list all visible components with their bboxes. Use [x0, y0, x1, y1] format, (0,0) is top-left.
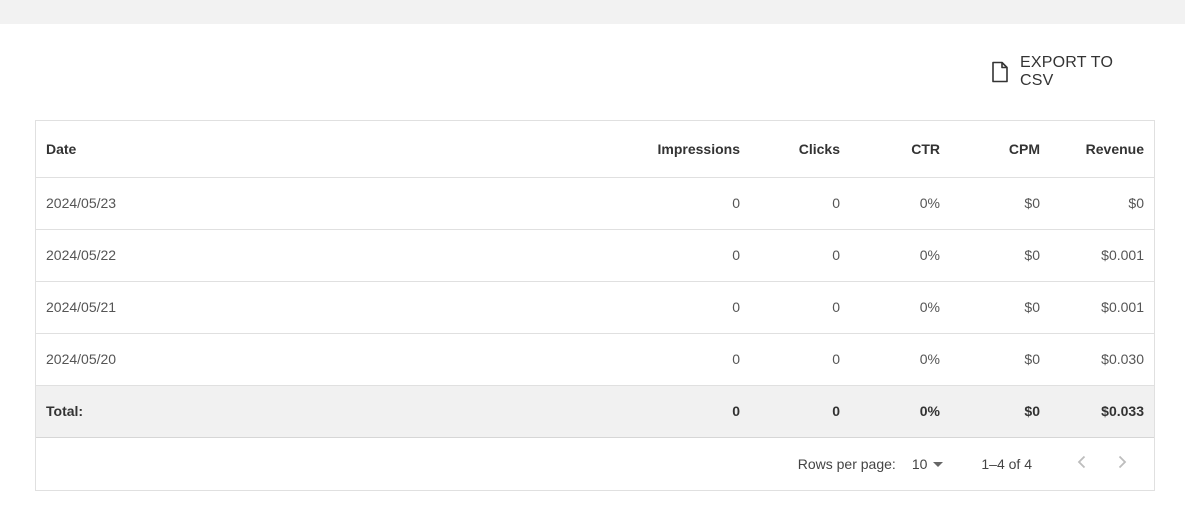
cell-date: 2024/05/21	[36, 281, 638, 334]
total-clicks: 0	[750, 385, 850, 438]
total-ctr: 0%	[850, 385, 950, 438]
cell-clicks: 0	[750, 229, 850, 282]
cell-cpm: $0	[950, 281, 1050, 334]
total-label: Total:	[36, 385, 638, 438]
table-row: 2024/05/23 0 0 0% $0 $0	[36, 177, 1154, 230]
cell-clicks: 0	[750, 177, 850, 230]
table-header-row: Date Impressions Clicks CTR CPM Revenue	[36, 121, 1154, 178]
cell-impressions: 0	[638, 281, 750, 334]
table-row: 2024/05/22 0 0 0% $0 $0.001	[36, 229, 1154, 282]
cell-revenue: $0.030	[1050, 333, 1154, 386]
cell-revenue: $0.001	[1050, 281, 1154, 334]
pagination: Rows per page: 10 1–4 of 4	[36, 437, 1154, 490]
cell-cpm: $0	[950, 177, 1050, 230]
export-csv-button[interactable]: EXPORT TO CSV	[984, 54, 1150, 89]
table-row: 2024/05/20 0 0 0% $0 $0.030	[36, 333, 1154, 386]
cell-ctr: 0%	[850, 281, 950, 334]
cell-impressions: 0	[638, 177, 750, 230]
export-csv-label: EXPORT TO CSV	[1020, 54, 1114, 89]
cell-date: 2024/05/23	[36, 177, 638, 230]
cell-impressions: 0	[638, 333, 750, 386]
cell-cpm: $0	[950, 229, 1050, 282]
total-impressions: 0	[638, 385, 750, 438]
cell-ctr: 0%	[850, 229, 950, 282]
cell-date: 2024/05/20	[36, 333, 638, 386]
cell-clicks: 0	[750, 281, 850, 334]
total-revenue: $0.033	[1050, 385, 1154, 438]
column-header-date[interactable]: Date	[36, 121, 638, 178]
column-header-clicks[interactable]: Clicks	[750, 121, 850, 178]
total-cpm: $0	[950, 385, 1050, 438]
rows-per-page-select[interactable]: 10	[912, 456, 944, 472]
cell-ctr: 0%	[850, 177, 950, 230]
column-header-impressions[interactable]: Impressions	[638, 121, 750, 178]
top-strip	[0, 0, 1185, 24]
column-header-revenue[interactable]: Revenue	[1050, 121, 1154, 178]
file-icon	[990, 61, 1010, 83]
chevron-left-icon	[1076, 455, 1088, 472]
cell-date: 2024/05/22	[36, 229, 638, 282]
report-table: Date Impressions Clicks CTR CPM Revenue …	[35, 120, 1155, 491]
cell-revenue: $0	[1050, 177, 1154, 230]
cell-ctr: 0%	[850, 333, 950, 386]
next-page-button[interactable]	[1102, 444, 1142, 484]
chevron-right-icon	[1116, 455, 1128, 472]
cell-cpm: $0	[950, 333, 1050, 386]
total-row: Total: 0 0 0% $0 $0.033	[36, 385, 1154, 438]
cell-revenue: $0.001	[1050, 229, 1154, 282]
rows-per-page-label: Rows per page:	[797, 455, 896, 472]
table-row: 2024/05/21 0 0 0% $0 $0.001	[36, 281, 1154, 334]
page-range: 1–4 of 4	[981, 455, 1032, 472]
caret-down-icon	[933, 462, 944, 467]
rows-per-page-value: 10	[911, 455, 928, 472]
cell-clicks: 0	[750, 333, 850, 386]
column-header-ctr[interactable]: CTR	[850, 121, 950, 178]
cell-impressions: 0	[638, 229, 750, 282]
column-header-cpm[interactable]: CPM	[950, 121, 1050, 178]
previous-page-button[interactable]	[1062, 444, 1102, 484]
